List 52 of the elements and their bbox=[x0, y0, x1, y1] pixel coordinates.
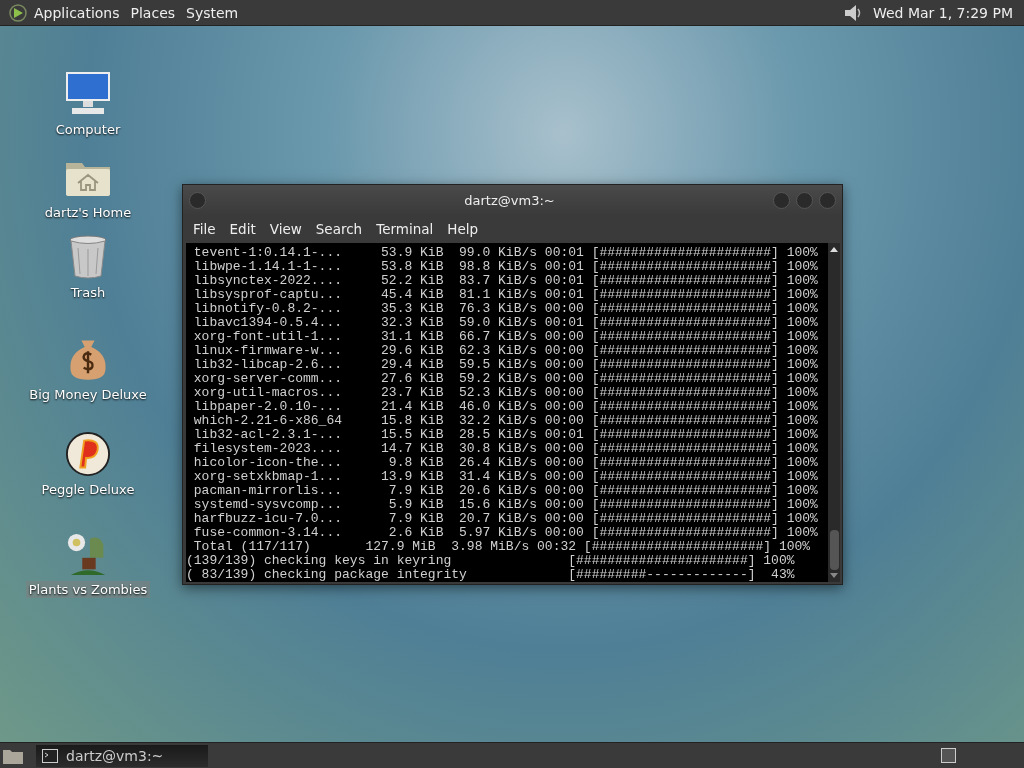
terminal-line: xorg-setxkbmap-1... 13.9 KiB 31.4 KiB/s 00:00 [######################] 100% bbox=[192, 470, 819, 484]
scroll-up-icon[interactable] bbox=[829, 246, 839, 252]
terminal-line: xorg-util-macros... 23.7 KiB 52.3 KiB/s 00:00 [######################] 100% bbox=[192, 386, 819, 400]
terminal-line: libnotify-0.8.2-... 35.3 KiB 76.3 KiB/s 00:00 [######################] 100% bbox=[192, 302, 819, 316]
terminal-line: tevent-1:0.14.1-... 53.9 KiB 99.0 KiB/s 00:01 [######################] 100% bbox=[192, 246, 819, 260]
terminal-line: harfbuzz-icu-7.0... 7.9 KiB 20.7 KiB/s 00:00 [######################] 100% bbox=[192, 512, 819, 526]
terminal-line: lib32-libcap-2.6... 29.4 KiB 59.5 KiB/s 00:00 [######################] 100% bbox=[192, 358, 819, 372]
terminal-line: libwpe-1.14.1-1-... 53.8 KiB 98.8 KiB/s 00:01 [######################] 100% bbox=[192, 260, 819, 274]
window-title: dartz@vm3:~ bbox=[463, 192, 556, 208]
menu-item[interactable]: Edit bbox=[223, 221, 264, 237]
scroll-thumb[interactable] bbox=[829, 530, 839, 570]
icon-label[interactable]: Plants vs Zombies bbox=[25, 581, 151, 598]
terminal-line: libsysprof-captu... 45.4 KiB 81.1 KiB/s 00:01 [######################] 100% bbox=[192, 288, 819, 302]
logo-icon[interactable] bbox=[8, 2, 28, 23]
menu-item[interactable]: File bbox=[187, 221, 224, 237]
icon-label[interactable]: Peggle Deluxe bbox=[38, 481, 138, 498]
menu-item[interactable]: View bbox=[263, 221, 310, 237]
terminal-line: xorg-server-comm... 27.6 KiB 59.2 KiB/s 00:00 [######################] 100% bbox=[192, 372, 819, 386]
panel-menu[interactable]: Applications bbox=[34, 4, 120, 21]
scroll-down-icon[interactable] bbox=[829, 573, 839, 579]
terminal-line: filesystem-2023.... 14.7 KiB 30.8 KiB/s 00:00 [######################] 100% bbox=[192, 442, 819, 456]
icon-label[interactable]: Big Money Deluxe bbox=[26, 386, 150, 403]
terminal-line: (139/139) checking keys in keyring [######################] 100% bbox=[186, 554, 796, 568]
task-label: dartz@vm3:~ bbox=[66, 747, 164, 764]
taskbar-button[interactable]: dartz@vm3:~ bbox=[36, 744, 208, 767]
terminal-line: ( 83/139) checking package integrity [#########-------------] 43% bbox=[186, 568, 796, 582]
peggle-icon[interactable] bbox=[64, 431, 112, 477]
terminal-line: libpaper-2.0.10-... 21.4 KiB 46.0 KiB/s 00:00 [######################] 100% bbox=[192, 400, 819, 414]
terminal-line: lib32-acl-2.3.1-... 15.5 KiB 28.5 KiB/s 00:01 [######################] 100% bbox=[192, 428, 819, 442]
terminal-line: pacman-mirrorlis... 7.9 KiB 20.6 KiB/s 00:00 [######################] 100% bbox=[192, 484, 819, 498]
terminal-line: Total (117/117) 127.9 MiB 3.98 MiB/s 00:32 [######################] 100% bbox=[192, 540, 812, 554]
terminal-icon bbox=[42, 748, 58, 763]
panel-menu[interactable]: Places bbox=[130, 4, 176, 21]
icon-label[interactable]: dartz's Home bbox=[41, 204, 135, 221]
panel-menu[interactable]: System bbox=[186, 4, 239, 21]
terminal-line: libavc1394-0.5.4... 32.3 KiB 59.0 KiB/s 00:01 [######################] 100% bbox=[192, 316, 819, 330]
menu-item[interactable]: Help bbox=[441, 221, 487, 237]
terminal-line: xorg-font-util-1... 31.1 KiB 66.7 KiB/s 00:00 [######################] 100% bbox=[192, 330, 819, 344]
clock[interactable]: Wed Mar 1, 7:29 PM bbox=[872, 4, 1013, 21]
scrollbar[interactable] bbox=[828, 243, 840, 582]
workspace-switcher[interactable] bbox=[941, 748, 956, 763]
menu-item[interactable]: Terminal bbox=[370, 221, 442, 237]
terminal-line: which-2.21-6-x86_64 15.8 KiB 32.2 KiB/s 00:00 [######################] 100% bbox=[192, 414, 819, 428]
terminal-line: libsynctex-2022.... 52.2 KiB 83.7 KiB/s 00:01 [######################] 100% bbox=[192, 274, 819, 288]
menu-item[interactable]: Search bbox=[309, 221, 371, 237]
terminal-line: systemd-sysvcomp... 5.9 KiB 15.6 KiB/s 00:00 [######################] 100% bbox=[192, 498, 819, 512]
computer-icon[interactable] bbox=[64, 71, 112, 117]
icon-label[interactable]: Trash bbox=[67, 284, 109, 301]
terminal-line: linux-firmware-w... 29.6 KiB 62.3 KiB/s 00:00 [######################] 100% bbox=[192, 344, 819, 358]
terminal-line: hicolor-icon-the... 9.8 KiB 26.4 KiB/s 00:00 [######################] 100% bbox=[192, 456, 819, 470]
terminal-line: fuse-common-3.14... 2.6 KiB 5.97 KiB/s 00:00 [######################] 100% bbox=[192, 526, 819, 540]
icon-label[interactable]: Computer bbox=[52, 121, 124, 138]
